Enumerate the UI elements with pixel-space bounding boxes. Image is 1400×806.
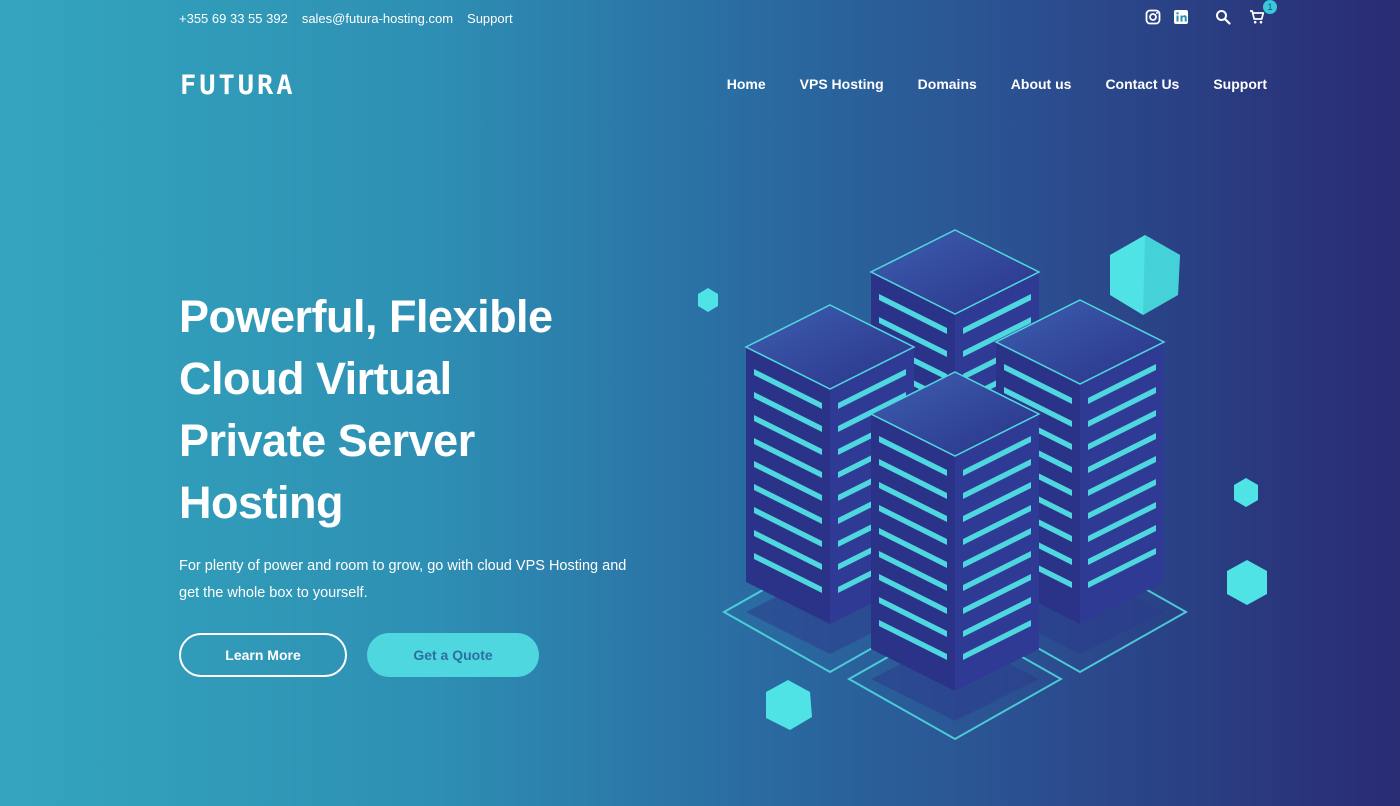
hero-subtitle: For plenty of power and room to grow, go… (179, 558, 627, 601)
hero-title-line: Hosting (179, 477, 343, 528)
hero-title: Powerful, Flexible Cloud Virtual Private… (179, 286, 639, 534)
instagram-icon[interactable] (1145, 9, 1161, 25)
contact-info: +355 69 33 55 392 sales@futura-hosting.c… (179, 11, 513, 26)
social-links (1145, 9, 1189, 25)
cart-icon[interactable] (1249, 9, 1265, 25)
main-nav: Home VPS Hosting Domains About us Contac… (727, 76, 1267, 92)
search-icon[interactable] (1215, 9, 1231, 25)
learn-more-button[interactable]: Learn More (179, 633, 347, 677)
nav-item-about-us[interactable]: About us (1011, 76, 1072, 92)
nav-item-home[interactable]: Home (727, 76, 766, 92)
email-link[interactable]: sales@futura-hosting.com (302, 11, 453, 26)
hero-title-line: Cloud Virtual (179, 353, 452, 404)
nav-item-contact-us[interactable]: Contact Us (1105, 76, 1179, 92)
hero-title-line: Powerful, Flexible (179, 291, 553, 342)
hero-title-line: Private Server (179, 415, 475, 466)
nav-item-support[interactable]: Support (1213, 76, 1267, 92)
get-a-quote-button[interactable]: Get a Quote (367, 633, 539, 677)
nav-item-domains[interactable]: Domains (918, 76, 977, 92)
linkedin-icon[interactable] (1173, 9, 1189, 25)
top-bar: +355 69 33 55 392 sales@futura-hosting.c… (0, 0, 1400, 38)
server-tower (846, 371, 1064, 741)
topbar-support-link[interactable]: Support (467, 11, 513, 26)
main-navbar: FUTURA Home VPS Hosting Domains About us… (0, 62, 1400, 110)
phone-link[interactable]: +355 69 33 55 392 (179, 11, 288, 26)
header-tools (1215, 9, 1265, 25)
server-illustration (698, 229, 1267, 741)
nav-item-vps-hosting[interactable]: VPS Hosting (800, 76, 884, 92)
cart-count-badge: 1 (1263, 0, 1277, 14)
brand-logo[interactable]: FUTURA (180, 70, 296, 101)
